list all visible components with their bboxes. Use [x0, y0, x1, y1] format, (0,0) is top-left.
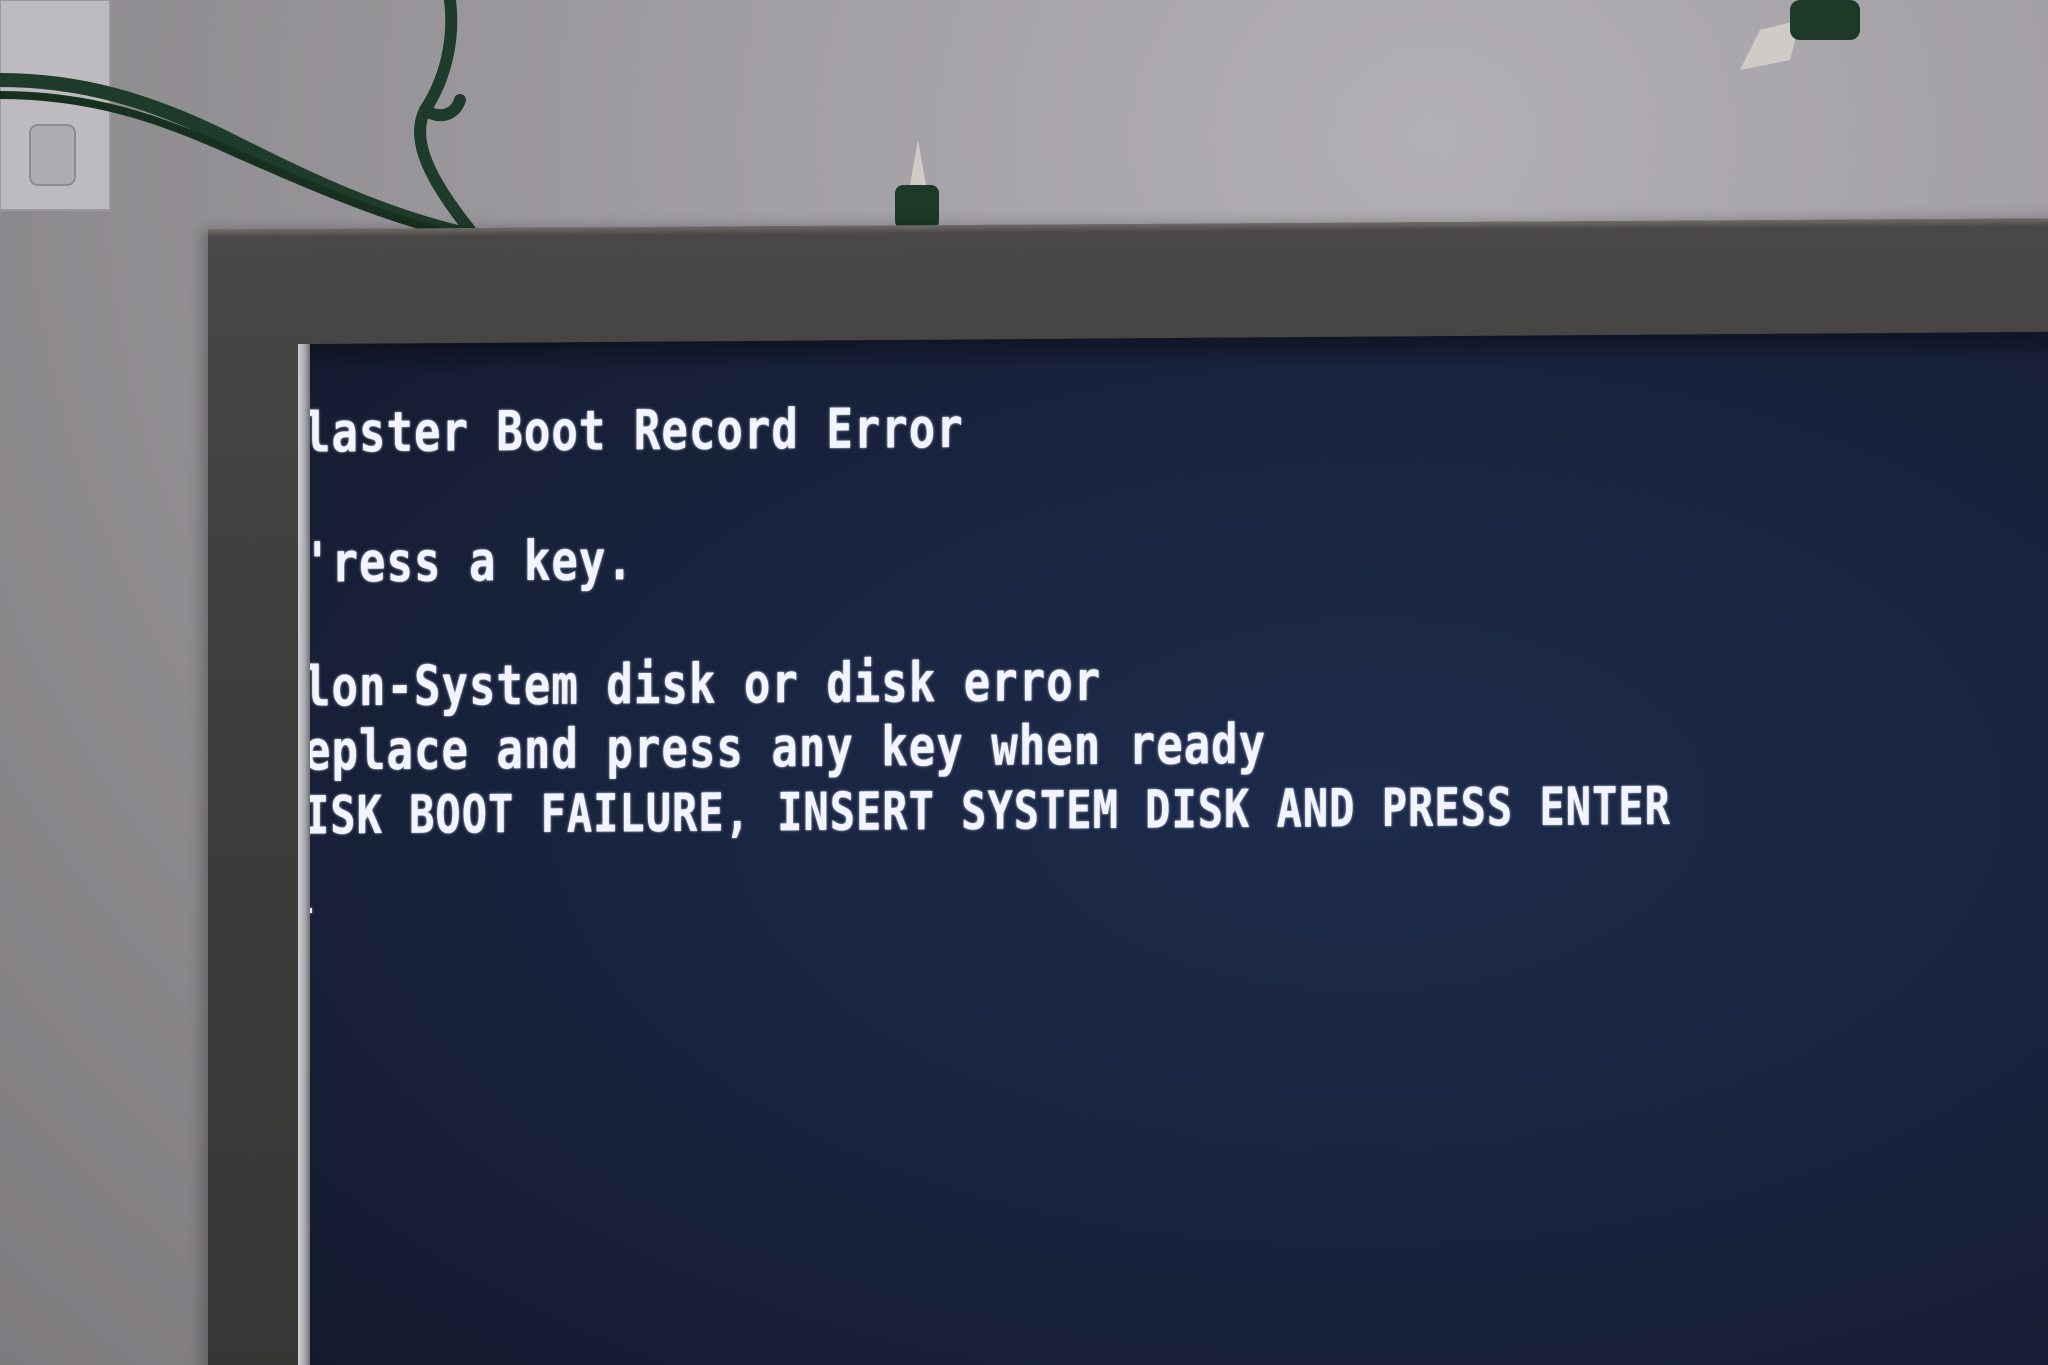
text-cursor — [310, 907, 312, 914]
monitor-screen: laster Boot Record Error 'ress a key. lo… — [310, 331, 2048, 1365]
light-bulb-socket-right — [1740, 0, 1860, 70]
non-system-disk-line: lon-System disk or disk error — [310, 649, 1102, 720]
boot-record-error-line: laster Boot Record Error — [310, 396, 964, 466]
replace-disk-line: eplace and press any key when ready — [310, 712, 1267, 784]
press-key-line: 'ress a key. — [310, 529, 634, 596]
disk-boot-failure-line: ISK BOOT FAILURE, INSERT SYSTEM DISK AND… — [310, 775, 1671, 847]
photo-scene: laster Boot Record Error 'ress a key. lo… — [0, 0, 2048, 1365]
light-bulb-socket — [895, 140, 939, 229]
